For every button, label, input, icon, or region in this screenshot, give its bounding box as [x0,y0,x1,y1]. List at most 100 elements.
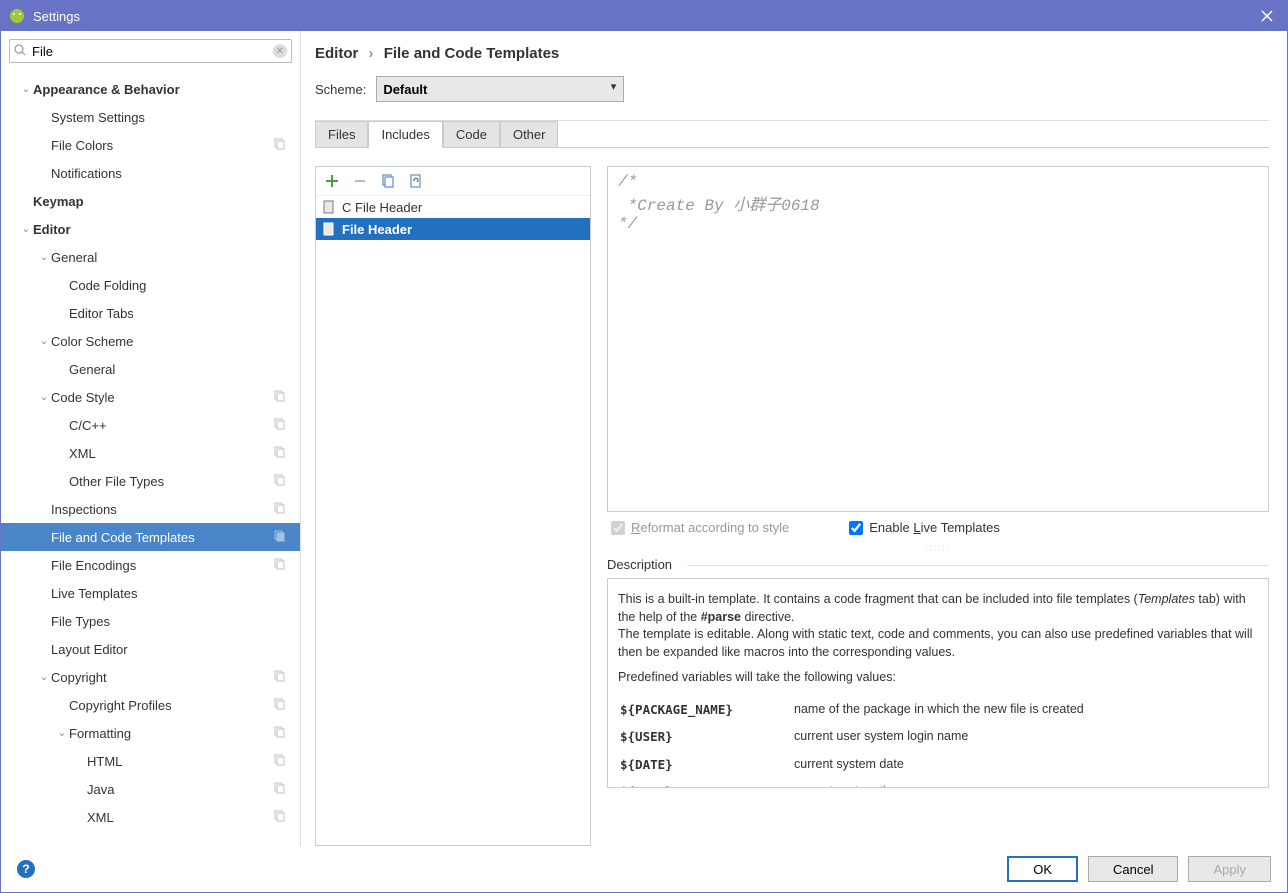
resize-handle[interactable]: :::::: [607,543,1269,553]
settings-tree[interactable]: ⌄Appearance & BehaviorSystem Settings Fil… [1,71,300,846]
file-icon [322,200,336,214]
tree-item[interactable]: Code Folding [1,271,300,299]
project-scope-icon [274,726,292,741]
app-icon [9,8,25,24]
template-toolbar [316,167,590,196]
tree-item[interactable]: ⌄Formatting [1,719,300,747]
tree-item[interactable]: Editor Tabs [1,299,300,327]
tree-item[interactable]: File Colors [1,131,300,159]
variable-desc: current system date [794,752,1256,778]
copy-template-button[interactable] [380,173,396,189]
tree-item-label: Layout Editor [51,642,292,657]
help-button[interactable]: ? [17,860,35,878]
tree-item-label: Code Style [51,390,274,405]
breadcrumb: Editor › File and Code Templates [315,45,1269,62]
tree-item[interactable]: ⌄Copyright [1,663,300,691]
project-scope-icon [274,530,292,545]
tab-content: C File HeaderFile Header /* *Create By 小… [315,148,1269,846]
tree-item-label: Copyright Profiles [69,698,274,713]
tab-files[interactable]: Files [315,121,368,147]
tree-item[interactable]: ⌄Code Style [1,383,300,411]
project-scope-icon [274,138,292,153]
tabs: FilesIncludesCodeOther [315,121,1269,148]
tree-item[interactable]: Copyright Profiles [1,691,300,719]
chevron-icon: ⌄ [55,728,69,739]
search-box: ✕ [9,39,292,63]
apply-button[interactable]: Apply [1188,856,1271,882]
tree-item[interactable]: Inspections [1,495,300,523]
tree-item-label: File Colors [51,138,274,153]
tree-item[interactable]: XML [1,803,300,831]
tree-item[interactable]: Layout Editor [1,635,300,663]
variable-name: ${PACKAGE_NAME} [620,697,792,723]
chevron-icon: ⌄ [19,224,33,235]
tree-item-label: HTML [87,754,274,769]
tree-item[interactable]: File Encodings [1,551,300,579]
variable-row: ${DATE}current system date [620,752,1256,778]
desc-paragraph: The template is editable. Along with sta… [618,626,1258,661]
project-scope-icon [274,502,292,517]
tree-item[interactable]: ⌄Appearance & Behavior [1,75,300,103]
description-section: Description This is a built-in template.… [607,557,1269,788]
tree-item-label: Keymap [33,194,292,209]
reformat-checkbox-input [611,521,625,535]
tree-item-label: Other File Types [69,474,274,489]
refresh-button[interactable] [408,173,424,189]
project-scope-icon [274,418,292,433]
tree-item[interactable]: Keymap [1,187,300,215]
tree-item[interactable]: Java [1,775,300,803]
tree-item[interactable]: C/C++ [1,411,300,439]
tree-item[interactable]: ⌄Color Scheme [1,327,300,355]
project-scope-icon [274,698,292,713]
close-button[interactable] [1247,1,1287,31]
tree-item[interactable]: Live Templates [1,579,300,607]
tree-item[interactable]: File Types [1,607,300,635]
tree-item[interactable]: File and Code Templates [1,523,300,551]
tab-other[interactable]: Other [500,121,559,147]
scheme-select[interactable]: Default [376,76,624,102]
tree-item[interactable]: ⌄General [1,243,300,271]
description-label: Description [607,557,1269,572]
template-item[interactable]: File Header [316,218,590,240]
cancel-button[interactable]: Cancel [1088,856,1178,882]
breadcrumb-sep: › [369,45,374,62]
tab-includes[interactable]: Includes [368,121,442,148]
tree-item[interactable]: HTML [1,747,300,775]
tab-code[interactable]: Code [443,121,500,147]
reformat-checkbox: Reformat according to style [611,520,789,535]
tree-item[interactable]: System Settings [1,103,300,131]
template-list-panel: C File HeaderFile Header [315,166,591,846]
tree-item[interactable]: XML [1,439,300,467]
description-box[interactable]: This is a built-in template. It contains… [607,578,1269,788]
tree-item[interactable]: ⌄Editor [1,215,300,243]
remove-button[interactable] [352,173,368,189]
window-title: Settings [33,9,1247,24]
live-templates-checkbox-input[interactable] [849,521,863,535]
template-item[interactable]: C File Header [316,196,590,218]
tree-item-label: Code Folding [69,278,292,293]
tree-item-label: Java [87,782,274,797]
tree-item-label: Copyright [51,670,274,685]
main-panel: Editor › File and Code Templates Scheme:… [301,31,1287,846]
variable-desc: name of the package in which the new fil… [794,697,1256,723]
scheme-label: Scheme: [315,82,366,97]
tree-item[interactable]: Notifications [1,159,300,187]
template-list[interactable]: C File HeaderFile Header [316,196,590,845]
live-templates-checkbox[interactable]: Enable Live Templates [849,520,1000,535]
variable-row: ${TIME}current system time [620,779,1256,788]
close-icon [1261,10,1273,22]
project-scope-icon [274,782,292,797]
search-clear-button[interactable]: ✕ [273,44,287,58]
tree-item-label: General [51,250,292,265]
code-editor[interactable]: /* *Create By 小群子0618 */ [607,166,1269,512]
tree-item[interactable]: Other File Types [1,467,300,495]
add-button[interactable] [324,173,340,189]
tree-item-label: File Types [51,614,292,629]
search-icon [14,44,26,59]
footer: ? OK Cancel Apply [1,846,1287,892]
tree-item[interactable]: General [1,355,300,383]
editor-panel: /* *Create By 小群子0618 */ Reformat accord… [607,166,1269,846]
variable-row: ${USER}current user system login name [620,724,1256,750]
search-input[interactable] [9,39,292,63]
ok-button[interactable]: OK [1007,856,1078,882]
